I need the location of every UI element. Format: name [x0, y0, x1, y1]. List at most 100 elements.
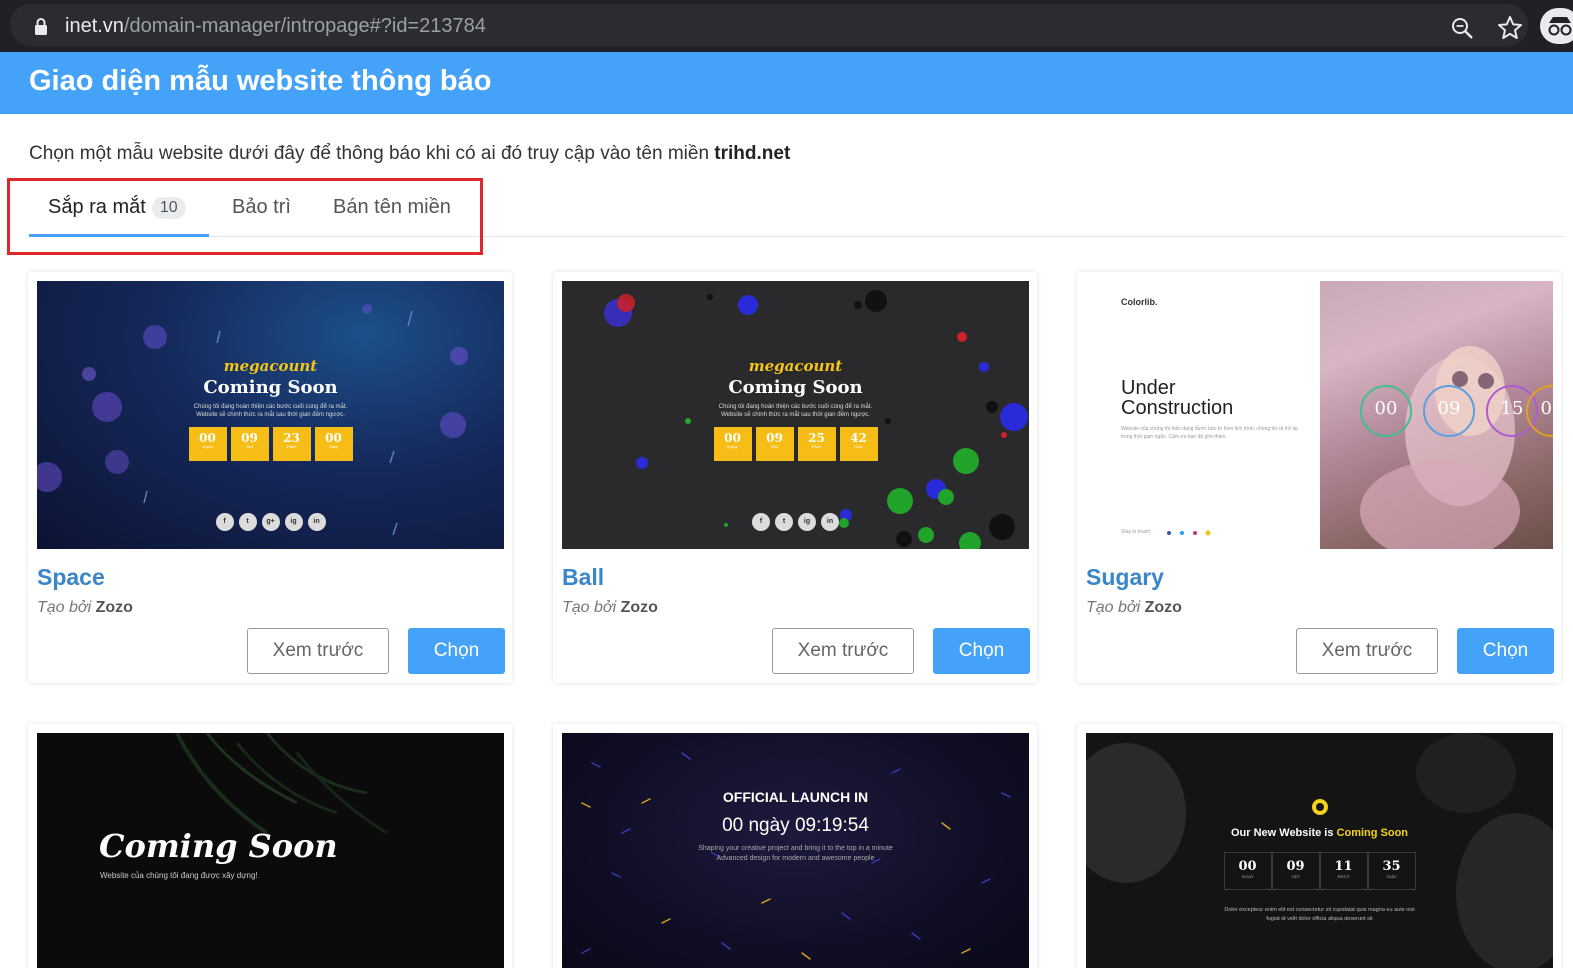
instagram-icon: ig — [798, 513, 816, 531]
preview-button[interactable]: Xem trước — [247, 628, 389, 674]
author-prefix: Tạo bởi — [1086, 599, 1141, 616]
countdown-hours: 09 Giờ — [230, 427, 269, 461]
browser-toolbar: inet.vn/domain-manager/intropage#?id=213… — [0, 0, 1573, 52]
countdown-unit: Giờ — [771, 444, 778, 449]
preview-button[interactable]: Xem trước — [772, 628, 914, 674]
countdown-seconds: 42 Giây — [839, 427, 878, 461]
page-header: Giao diện mẫu website thông báo — [0, 52, 1573, 114]
coming-soon-heading: Coming Soon — [728, 377, 863, 398]
template-thumbnail-official-launch[interactable]: OFFICIAL LAUNCH IN 00 ngày 09:19:54 Shap… — [562, 733, 1029, 968]
countdown-unit: Ngày — [202, 444, 213, 449]
countdown-value: 42 — [850, 431, 867, 445]
countdown-unit: Phút — [286, 444, 297, 449]
countdown-unit: Ngày — [727, 444, 738, 449]
template-thumbnail-new-website[interactable]: Our New Website is Coming Soon 00 NGÀY 09… — [1086, 733, 1553, 968]
template-card-new-website: Our New Website is Coming Soon 00 NGÀY 09… — [1077, 724, 1561, 968]
choose-button[interactable]: Chọn — [933, 628, 1030, 674]
countdown-row: 00 Ngày 09 Giờ 23 Phút 00 Giây — [37, 427, 504, 461]
desc-line: thăm. — [1214, 434, 1227, 440]
brand-colorlib: Colorlib. — [1121, 297, 1158, 307]
countdown-minutes: 11 PHÚT — [1319, 852, 1368, 890]
intro-domain: trihd.net — [714, 143, 791, 164]
intro-text: Chọn một mẫu website dưới đây để thông b… — [29, 143, 790, 165]
countdown-circle: 09 — [1423, 385, 1475, 437]
sugary-description: Website của chúng tôi hiện đang được bảo… — [1121, 425, 1301, 441]
countdown-value: 11 — [1334, 859, 1353, 874]
thumb-text-line: Chúng tôi đang hoàn thiện các bước cuối … — [193, 404, 348, 410]
preview-button[interactable]: Xem trước — [1296, 628, 1438, 674]
url-text[interactable]: inet.vn/domain-manager/intropage#?id=213… — [65, 15, 486, 38]
under-construction-heading: Under Construction — [1121, 378, 1233, 418]
template-name: Sugary — [1086, 564, 1164, 590]
countdown-unit: NGÀY — [1241, 874, 1254, 879]
template-author: Tạo bởi Zozo — [37, 599, 133, 617]
thumb-text-line: Website sẽ chính thức ra mắt sau thời gi… — [721, 412, 870, 418]
incognito-icon[interactable] — [1540, 8, 1573, 44]
brand-megacount: megacount — [748, 357, 843, 375]
countdown-value: 09 — [1286, 859, 1305, 874]
linkedin-icon: in — [307, 513, 326, 531]
countdown-hours: 09 Giờ — [755, 427, 794, 461]
countdown-days: 00 Ngày — [713, 427, 752, 461]
sugary-social-icons — [1167, 530, 1211, 536]
countdown-unit: Giây — [328, 444, 339, 449]
coming-soon-heading: Coming Soon — [203, 377, 338, 398]
stay-in-touch: Stay in touch: — [1121, 529, 1152, 535]
template-thumbnail-sugary[interactable]: Colorlib. Under Construction Website của … — [1086, 281, 1553, 549]
countdown-value: 09 — [766, 431, 783, 445]
countdown-value: 25 — [808, 431, 825, 445]
bookmark-star-icon[interactable] — [1497, 15, 1523, 41]
coming-soon-heading: Coming Soon — [99, 827, 338, 865]
countdown-circle: 00 — [1360, 385, 1412, 437]
page-title: Giao diện mẫu website thông báo — [29, 65, 492, 97]
author-prefix: Tạo bởi — [37, 599, 92, 616]
author-name: Zozo — [620, 599, 658, 616]
countdown-days: 00 Ngày — [188, 427, 227, 461]
thumb-text-line: Chúng tôi đang hoàn thiện các bước cuối … — [718, 404, 873, 410]
author-name: Zozo — [95, 599, 133, 616]
countdown-seconds: 00 Giây — [314, 427, 353, 461]
countdown-value: 35 — [1382, 859, 1401, 874]
twitter-icon: t — [775, 513, 793, 531]
zoom-icon[interactable] — [1450, 16, 1474, 40]
new-website-heading: Our New Website is Coming Soon — [1086, 827, 1553, 839]
template-thumbnail-space[interactable]: megacount Coming Soon Chúng tôi đang hoà… — [37, 281, 504, 549]
heading-line: Under — [1121, 377, 1176, 399]
facebook-icon: f — [215, 513, 234, 531]
author-name: Zozo — [1144, 599, 1182, 616]
url-host: inet.vn — [65, 15, 124, 37]
choose-button[interactable]: Chọn — [1457, 628, 1554, 674]
countdown-value: 00 — [724, 431, 741, 445]
countdown-value: 00 — [325, 431, 342, 445]
thumb-text-line: Website sẽ chính thức ra mắt sau thời gi… — [196, 412, 345, 418]
countdown-unit: GIÂY — [1386, 874, 1397, 879]
countdown-unit: PHÚT — [1337, 874, 1350, 879]
countdown-value: 00 — [199, 431, 216, 445]
template-card-sugary: Colorlib. Under Construction Website của … — [1077, 272, 1561, 683]
countdown-minutes: 25 Phút — [797, 427, 836, 461]
template-thumbnail-ball[interactable]: megacount Coming Soon Chúng tôi đang hoà… — [562, 281, 1029, 549]
twitter-icon: t — [238, 513, 257, 531]
template-author: Tạo bởi Zozo — [1086, 599, 1182, 617]
thumb-text-line: fugiat id velit dolor officia aliqua des… — [1266, 916, 1373, 922]
social-icons: f t g+ ig in — [37, 513, 504, 531]
social-icons: f t ig in — [562, 513, 1029, 531]
thumb-text-line: Shaping your creative project and bring … — [698, 845, 893, 852]
countdown-value: 00 — [1238, 859, 1257, 874]
countdown-unit: Giây — [853, 444, 864, 449]
author-prefix: Tạo bởi — [562, 599, 617, 616]
choose-button[interactable]: Chọn — [408, 628, 505, 674]
template-card-coming-soon-dark: Coming Soon Website của chúng tôi đang đ… — [28, 724, 512, 968]
linkedin-icon: in — [821, 513, 839, 531]
heading-part: Our New Website is — [1230, 827, 1337, 839]
address-bar[interactable]: inet.vn/domain-manager/intropage#?id=213… — [10, 4, 1528, 46]
template-card-ball: megacount Coming Soon Chúng tôi đang hoà… — [553, 272, 1037, 683]
template-thumbnail-coming-soon[interactable]: Coming Soon Website của chúng tôi đang đ… — [37, 733, 504, 968]
thumb-text-line: Dolor excepteur enim elit est consectetu… — [1224, 907, 1415, 913]
template-card-space: megacount Coming Soon Chúng tôi đang hoà… — [28, 272, 512, 683]
template-name: Space — [37, 564, 105, 590]
lock-icon — [35, 18, 47, 35]
google-plus-icon: g+ — [261, 513, 280, 531]
countdown-row: 00 Ngày 09 Giờ 25 Phút 42 Giây — [562, 427, 1029, 461]
template-card-official-launch: OFFICIAL LAUNCH IN 00 ngày 09:19:54 Shap… — [553, 724, 1037, 968]
